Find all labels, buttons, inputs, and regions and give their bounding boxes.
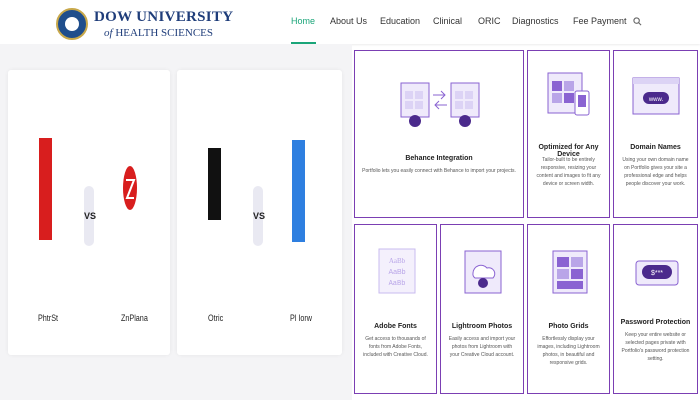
site-header: DOW UNIVERSITY of HEALTH SCIENCES Home A… bbox=[0, 0, 700, 44]
right-brand-label: ZnPlana bbox=[121, 313, 148, 323]
feature-card-grids[interactable]: Photo Grids Effortlessly display your im… bbox=[527, 224, 610, 394]
left-brand-label: Otric bbox=[208, 313, 224, 323]
pixieset-logo bbox=[292, 140, 305, 242]
feature-description: Easily access and import your photos fro… bbox=[448, 336, 516, 358]
vs-badge: VS bbox=[84, 186, 96, 246]
svg-text:AaBb: AaBb bbox=[388, 269, 405, 276]
svg-text:AaBb: AaBb bbox=[389, 257, 406, 265]
feature-title: Adobe Fonts bbox=[374, 323, 417, 330]
feature-description: Portfolio lets you easily connect with B… bbox=[362, 168, 516, 174]
nav-fee-payment[interactable]: Fee Payment bbox=[573, 16, 627, 26]
feature-title: Lightroom Photos bbox=[451, 323, 513, 330]
feature-description: Get access to thousands of fonts from Ad… bbox=[363, 336, 428, 358]
feature-card-devices[interactable]: Optimized for Any Device Tailor-built to… bbox=[527, 50, 610, 218]
feature-card-password[interactable]: $*** Password Protection Keep your entir… bbox=[613, 224, 698, 394]
comparison-card[interactable]: VS Otric Pl Iorw bbox=[177, 70, 342, 355]
comparison-card[interactable]: VS PhtrSt ZnPlana bbox=[8, 70, 170, 355]
feature-card-behance[interactable]: Behance Integration Portfolio lets you e… bbox=[354, 50, 524, 218]
nav-education[interactable]: Education bbox=[380, 16, 420, 26]
feature-title: Photo Grids bbox=[548, 323, 589, 330]
zenphoto-mark-icon bbox=[123, 166, 137, 210]
svg-text:$***: $*** bbox=[651, 270, 663, 277]
photoshelter-logo bbox=[39, 138, 52, 240]
fonts-icon: AaBb AaBb AaBb bbox=[378, 248, 416, 294]
search-icon[interactable] bbox=[633, 17, 642, 26]
main-nav: Home About Us Education Clinical ORIC Di… bbox=[0, 16, 700, 36]
behance-sync-icon bbox=[400, 82, 480, 127]
nav-home[interactable]: Home bbox=[291, 16, 315, 26]
feature-card-lightroom[interactable]: Lightroom Photos Easily access and impor… bbox=[440, 224, 524, 394]
feature-description: Tailor-built to be entirely responsive, … bbox=[536, 157, 601, 187]
feature-title: Behance Integration bbox=[405, 155, 473, 162]
nav-about-us[interactable]: About Us bbox=[330, 16, 367, 26]
optic-logo bbox=[208, 148, 221, 220]
feature-title: Domain Names bbox=[630, 144, 681, 151]
feature-description: Keep your entire website or selected pag… bbox=[621, 332, 690, 362]
password-icon: $*** bbox=[635, 260, 679, 286]
left-brand-label: PhtrSt bbox=[38, 313, 59, 323]
feature-card-domain[interactable]: www. Domain Names Using your own domain … bbox=[613, 50, 698, 218]
svg-text:AaBb: AaBb bbox=[389, 280, 406, 288]
nav-oric[interactable]: ORIC bbox=[478, 16, 501, 26]
nav-diagnostics[interactable]: Diagnostics bbox=[512, 16, 559, 26]
svg-text:www.: www. bbox=[648, 97, 664, 103]
zenphoto-logo bbox=[122, 138, 138, 240]
feature-title: Password Protection bbox=[620, 319, 691, 326]
nav-clinical[interactable]: Clinical bbox=[433, 16, 462, 26]
feature-description: Effortlessly display your images, includ… bbox=[537, 336, 600, 366]
feature-description: Using your own domain name on Portfolio … bbox=[622, 157, 689, 187]
feature-card-fonts[interactable]: AaBb AaBb AaBb Adobe Fonts Get access to… bbox=[354, 224, 437, 394]
grid-icon bbox=[552, 250, 588, 294]
right-brand-label: Pl Iorw bbox=[290, 313, 313, 323]
devices-icon bbox=[547, 72, 590, 116]
vs-badge: VS bbox=[253, 186, 265, 246]
domain-icon: www. bbox=[632, 77, 680, 115]
lightroom-icon bbox=[464, 250, 502, 294]
